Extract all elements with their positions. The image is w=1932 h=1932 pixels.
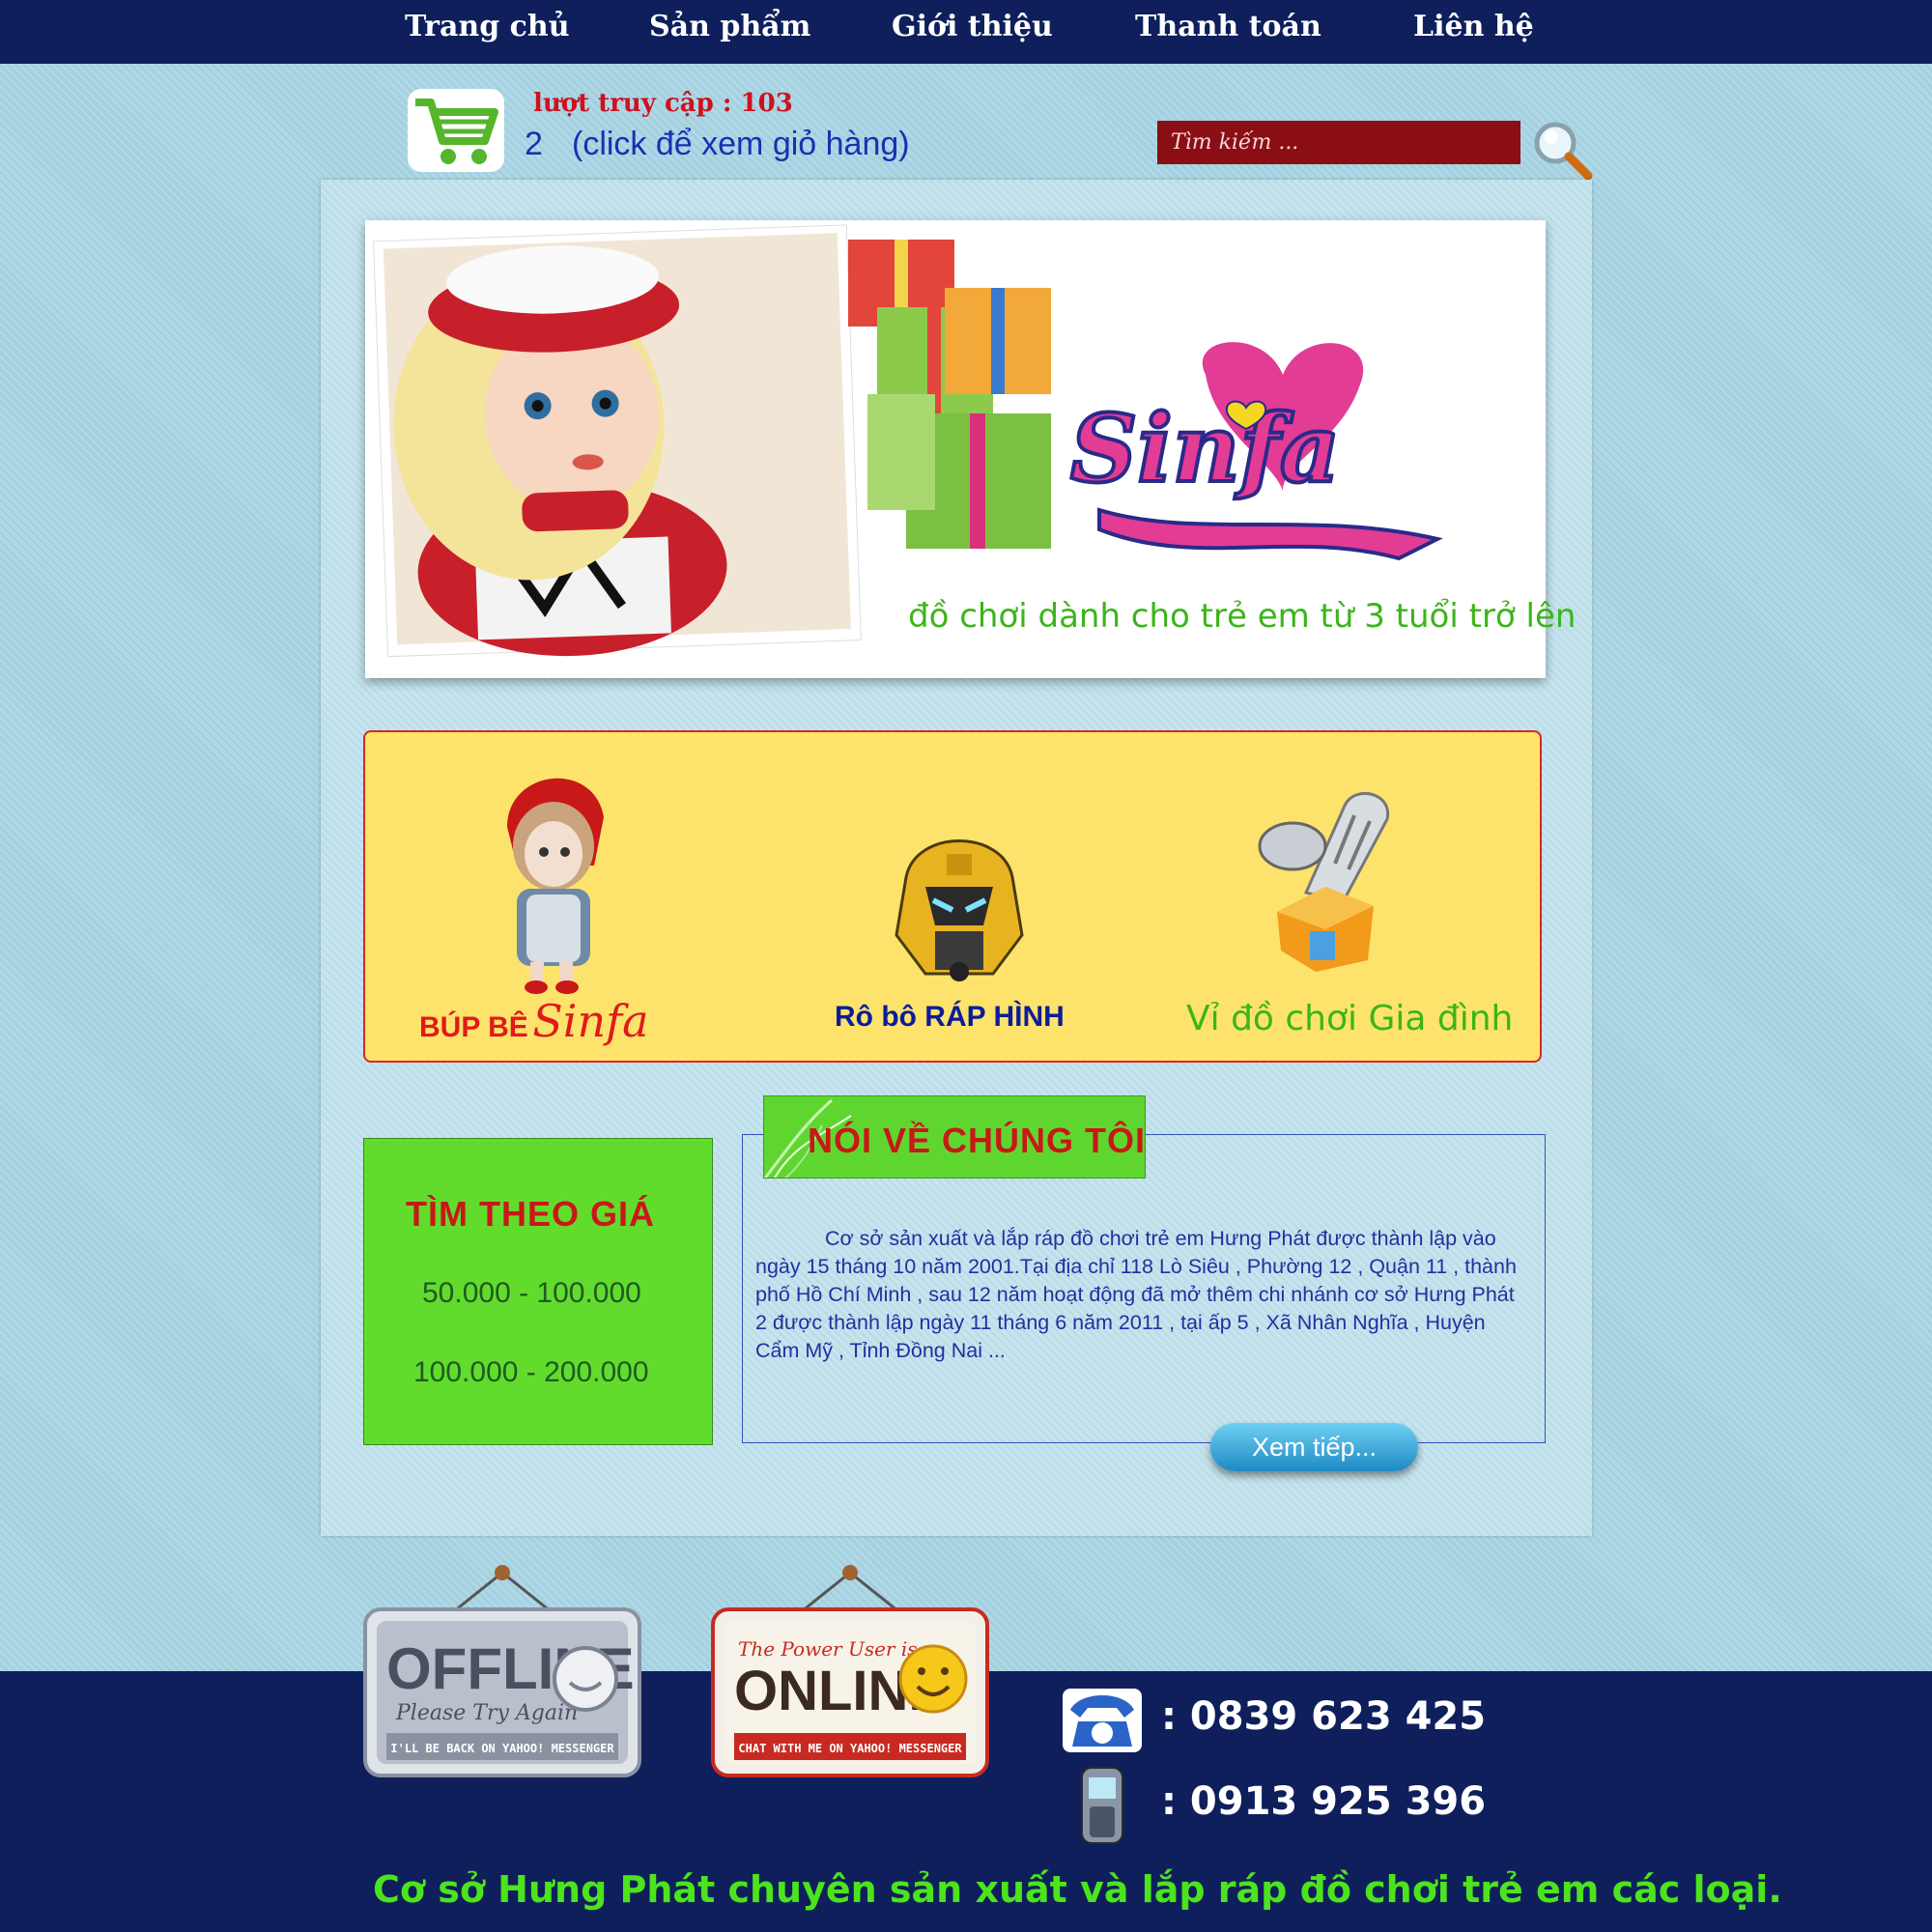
about-title: NÓI VỀ CHÚNG TÔI [808, 1121, 1147, 1160]
svg-text:Please Try Again: Please Try Again [395, 1701, 578, 1725]
doll-category-icon[interactable] [488, 759, 613, 997]
footer-slogan: Cơ sở Hưng Phát chuyên sản xuất và lắp r… [373, 1868, 1782, 1911]
telephone-icon [1063, 1689, 1142, 1752]
nav-home[interactable]: Trang chủ [405, 10, 570, 43]
mobile-number: : 0913 925 396 [1161, 1779, 1487, 1824]
svg-text:I'LL BE BACK ON YAHOO! MESSENG: I'LL BE BACK ON YAHOO! MESSENGER [390, 1742, 614, 1755]
nav-payment[interactable]: Thanh toán [1135, 10, 1321, 43]
price-range-1[interactable]: 50.000 - 100.000 [422, 1277, 641, 1310]
sinfa-brand: Sinfa [532, 995, 649, 1047]
view-cart-link[interactable]: (click để xem giỏ hàng) [572, 126, 910, 163]
mobile-phone-icon [1081, 1767, 1123, 1844]
nav-products[interactable]: Sản phẩm [649, 10, 810, 43]
about-text: Cơ sở sản xuất và lắp ráp đồ chơi trẻ em… [755, 1227, 1517, 1362]
landline-number: : 0839 623 425 [1161, 1694, 1487, 1739]
search-icon[interactable] [1530, 118, 1594, 182]
read-more-button[interactable]: Xem tiếp... [1210, 1423, 1418, 1471]
category-dolls[interactable]: BÚP BÊ Sinfa [419, 995, 649, 1047]
robot-helmet-icon[interactable] [887, 819, 1032, 989]
banner-logo: Sinfa [1070, 394, 1340, 503]
nav-contact[interactable]: Liên hệ [1413, 10, 1534, 43]
cart-count: 2 [525, 126, 543, 162]
svg-text:CHAT WITH ME ON YAHOO! MESSENG: CHAT WITH ME ON YAHOO! MESSENGER [738, 1742, 962, 1755]
search-input[interactable] [1157, 121, 1520, 164]
price-range-2[interactable]: 100.000 - 200.000 [413, 1356, 649, 1389]
price-filter-title: TÌM THEO GIÁ [406, 1194, 655, 1234]
category-family-toys[interactable]: Vỉ đồ chơi Gia đình [1186, 999, 1513, 1038]
yahoo-offline-status-icon[interactable]: OFFLINE Please Try Again I'LL BE BACK ON… [357, 1563, 647, 1781]
nav-about[interactable]: Giới thiệu [892, 10, 1053, 43]
visit-counter: lượt truy cập : 103 [533, 89, 793, 118]
svg-text:The Power User is: The Power User is [738, 1637, 918, 1661]
shopping-cart-icon[interactable] [406, 87, 506, 174]
yahoo-online-status-icon[interactable]: The Power User is ONLINE CHAT WITH ME ON… [705, 1563, 995, 1781]
kitchen-toys-icon[interactable] [1248, 786, 1401, 974]
banner-tagline: đồ chơi dành cho trẻ em từ 3 tuổi trở lê… [908, 597, 1577, 636]
top-navbar: Trang chủ Sản phẩm Giới thiệu Thanh toán… [0, 0, 1932, 64]
category-robots[interactable]: Rô bô RÁP HÌNH [835, 1001, 1065, 1034]
